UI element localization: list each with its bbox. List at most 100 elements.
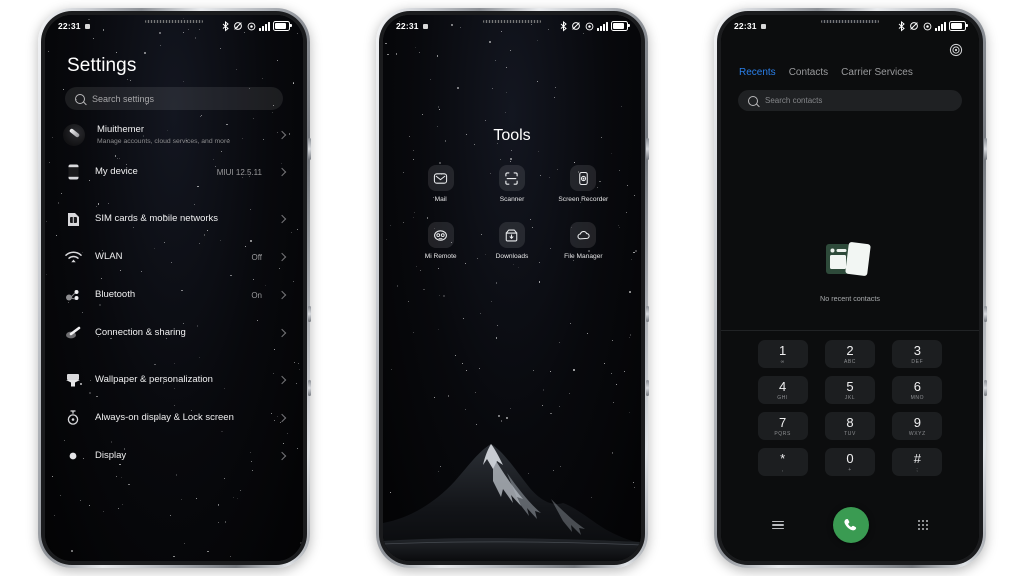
search-input[interactable]: Search settings	[65, 87, 283, 110]
power-button[interactable]	[308, 138, 311, 160]
tab-carrier-services[interactable]: Carrier Services	[841, 67, 913, 78]
key-digit: 4	[779, 378, 787, 394]
settings-row-value: MIUI 12.5.11	[216, 167, 262, 177]
volume-up-button[interactable]	[308, 306, 311, 322]
key-digit: 6	[913, 378, 921, 394]
tab-contacts[interactable]: Contacts	[789, 67, 828, 78]
earpiece-speaker	[821, 20, 879, 23]
key-letters: TUV	[844, 430, 856, 437]
settings-row-connection-sharing[interactable]: Connection & sharing	[63, 323, 287, 343]
status-clock: 22:31	[734, 21, 757, 31]
bluetooth-icon	[222, 20, 229, 32]
signal-bars-icon	[935, 21, 946, 31]
key-digit: 2	[846, 342, 854, 358]
key-digit: 3	[913, 342, 921, 358]
key-letters: ∞	[780, 358, 785, 365]
location-icon	[247, 22, 256, 30]
key-3[interactable]: 3 DEF	[892, 340, 943, 368]
key-5[interactable]: 5 JKL	[824, 376, 875, 404]
screen-recorder-icon	[570, 165, 597, 191]
settings-row-label: Connection & sharing	[95, 327, 186, 338]
key-letters: WXYZ	[908, 430, 926, 437]
folder-title: Tools	[493, 127, 531, 144]
volume-down-button[interactable]	[308, 380, 311, 396]
key-letters: DEF	[911, 358, 924, 365]
status-clock: 22:31	[58, 21, 81, 31]
bluetooth-icon	[898, 20, 905, 32]
notification-dot-icon	[760, 23, 766, 29]
status-bar: 22:31	[45, 15, 303, 37]
settings-row-display[interactable]: Display	[63, 446, 287, 466]
app-icon-scanner[interactable]: Scanner	[482, 165, 542, 204]
key-letters: ABC	[843, 358, 857, 365]
settings-row-my-device[interactable]: My device MIUI 12.5.11	[63, 162, 287, 182]
key-digit: 0	[846, 450, 854, 466]
account-avatar	[63, 124, 85, 146]
tab-recents[interactable]: Recents	[739, 67, 776, 78]
key-letters: ;	[916, 466, 919, 473]
mi-remote-icon	[427, 222, 454, 249]
volume-down-button[interactable]	[984, 380, 987, 396]
settings-row-bluetooth[interactable]: Bluetooth On	[63, 285, 287, 305]
wifi-icon	[63, 247, 83, 267]
app-label: Scanner	[499, 196, 525, 203]
app-icon-downloads[interactable]: Downloads	[482, 222, 542, 261]
app-icon-mi-remote[interactable]: Mi Remote	[411, 222, 471, 261]
brush-icon	[63, 370, 83, 390]
volume-up-button[interactable]	[984, 306, 987, 322]
settings-row-always-on-display[interactable]: Always-on display & Lock screen	[63, 408, 287, 428]
gear-icon[interactable]	[949, 43, 963, 57]
sim-card-icon	[63, 209, 83, 229]
status-bar: 22:31	[721, 15, 979, 37]
keypad-icon[interactable]	[917, 519, 929, 531]
power-button[interactable]	[984, 138, 987, 160]
call-button[interactable]	[832, 507, 869, 543]
key-7[interactable]: 7 PQRS	[757, 412, 808, 440]
key-digit: *	[780, 450, 786, 466]
share-icon	[63, 323, 83, 343]
chevron-right-icon	[277, 214, 287, 224]
phone-icon	[63, 162, 83, 182]
settings-row-sim-cards[interactable]: SIM cards & mobile networks	[63, 209, 287, 229]
key-digit: 7	[779, 414, 787, 430]
search-placeholder: Search settings	[92, 93, 155, 104]
key-0[interactable]: 0 +	[824, 448, 875, 476]
chevron-right-icon	[277, 328, 287, 338]
settings-row-label: Display	[95, 450, 127, 461]
key-hash[interactable]: #;	[892, 448, 943, 476]
key-digit: #	[913, 450, 921, 466]
settings-row-miuithemer[interactable]: Miuithemer Manage accounts, cloud servic…	[63, 124, 287, 146]
app-label: Mi Remote	[424, 253, 457, 261]
menu-icon[interactable]	[771, 520, 784, 530]
mute-icon	[572, 22, 581, 30]
key-6[interactable]: 6 MNO	[892, 376, 943, 404]
phone-screen: 22:31 Settings Search settings Miuitheme…	[45, 15, 303, 561]
phone-screen: 22:31 Recents Contacts Carrier Services …	[721, 15, 979, 561]
key-9[interactable]: 9 WXYZ	[892, 412, 943, 440]
key-digit: 1	[779, 342, 787, 358]
app-icon-mail[interactable]: Mail	[411, 165, 471, 204]
app-icon-file-manager[interactable]: File Manager	[553, 222, 613, 261]
search-icon	[748, 95, 758, 106]
empty-state-text: No recent contacts	[820, 294, 880, 303]
key-2[interactable]: 2 ABC	[824, 340, 875, 368]
volume-up-button[interactable]	[646, 306, 649, 322]
key-8[interactable]: 8 TUV	[824, 412, 875, 440]
cloud-icon	[570, 222, 597, 249]
key-4[interactable]: 4 GHI	[757, 376, 808, 404]
downloads-icon	[498, 222, 525, 249]
key-star[interactable]: *,	[757, 448, 808, 476]
settings-row-wlan[interactable]: WLAN Off	[63, 247, 287, 267]
dialer-dock	[721, 503, 979, 547]
key-1[interactable]: 1 ∞	[757, 340, 808, 368]
location-icon	[585, 22, 594, 30]
key-letters: ,	[781, 466, 784, 473]
mute-icon	[234, 22, 243, 30]
search-contacts-input[interactable]: Search contacts	[738, 90, 962, 111]
key-letters: PQRS	[774, 430, 791, 437]
power-button[interactable]	[646, 138, 649, 160]
settings-row-label: WLAN	[95, 251, 123, 262]
app-icon-screen-recorder[interactable]: Screen Recorder	[553, 165, 613, 204]
settings-row-wallpaper[interactable]: Wallpaper & personalization	[63, 370, 287, 390]
volume-down-button[interactable]	[646, 380, 649, 396]
